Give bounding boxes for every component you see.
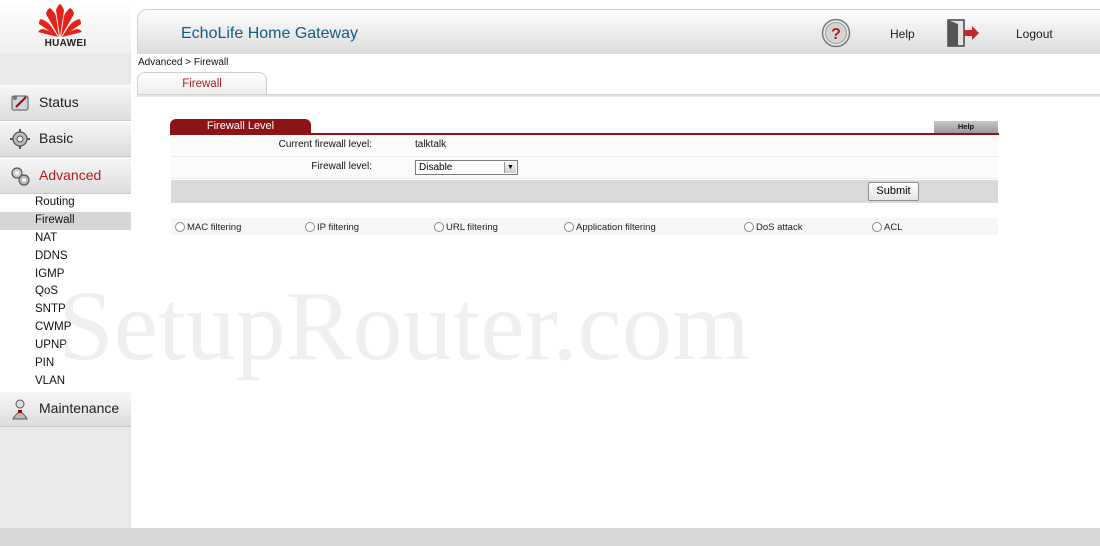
radio-label: IP filtering <box>317 222 360 233</box>
header-bar: EchoLife Home Gateway ? Help Logout <box>137 9 1100 54</box>
tab-firewall[interactable]: Firewall <box>137 72 267 94</box>
current-level-value: talktalk <box>415 139 447 150</box>
sidebar-item-label: Status <box>39 94 79 110</box>
sidebar-item-routing[interactable]: Routing <box>0 194 131 212</box>
radio-label: DoS attack <box>756 222 803 233</box>
sidebar-item-qos[interactable]: QoS <box>0 283 131 301</box>
breadcrumb: Advanced > Firewall <box>138 57 229 68</box>
logout-link[interactable]: Logout <box>1016 27 1053 41</box>
help-link[interactable]: Help <box>890 27 915 41</box>
sidebar-item-ddns[interactable]: DDNS <box>0 248 131 266</box>
huawei-logo: HUAWEI <box>0 0 131 54</box>
sidebar-item-pin[interactable]: PIN <box>0 355 131 373</box>
sidebar-item-nat[interactable]: NAT <box>0 230 131 248</box>
firewall-level-select[interactable]: Disable ▼ <box>415 160 518 175</box>
radio-icon[interactable] <box>564 222 574 232</box>
sidebar-item-status[interactable]: Status <box>0 85 131 121</box>
filter-options: MAC filtering IP filtering URL filtering… <box>171 218 998 235</box>
chevron-down-icon[interactable]: ▼ <box>504 162 516 173</box>
firewall-level-label: Firewall level: <box>311 161 372 172</box>
logout-door-icon[interactable] <box>946 19 980 47</box>
sidebar-item-label: Basic <box>39 130 74 146</box>
tab-divider <box>137 94 1100 97</box>
advanced-icon <box>11 167 30 186</box>
sidebar: HUAWEI Status Basic Advanced Routing Fir… <box>0 0 131 528</box>
basic-icon <box>10 129 30 149</box>
sidebar-item-label: Advanced <box>39 167 102 183</box>
sidebar-item-vlan[interactable]: VLAN <box>0 373 131 391</box>
radio-icon[interactable] <box>744 222 754 232</box>
question-icon[interactable]: ? <box>821 18 851 48</box>
current-level-row: Current firewall level: talktalk <box>171 135 998 157</box>
sidebar-item-cwmp[interactable]: CWMP <box>0 319 131 337</box>
radio-icon[interactable] <box>434 222 444 232</box>
brand-name: HUAWEI <box>44 38 87 49</box>
app-title: EchoLife Home Gateway <box>181 25 358 42</box>
radio-icon[interactable] <box>305 222 315 232</box>
advanced-submenu: Routing Firewall NAT DDNS IGMP QoS SNTP … <box>0 194 131 391</box>
sidebar-item-label: Maintenance <box>39 400 120 416</box>
radio-icon[interactable] <box>175 222 185 232</box>
radio-label: URL filtering <box>446 222 498 233</box>
panel-title: Firewall Level <box>170 119 311 134</box>
current-level-label: Current firewall level: <box>278 139 372 150</box>
radio-label: MAC filtering <box>187 222 242 233</box>
sidebar-item-sntp[interactable]: SNTP <box>0 301 131 319</box>
sidebar-item-igmp[interactable]: IGMP <box>0 266 131 284</box>
sidebar-item-basic[interactable]: Basic <box>0 121 131 157</box>
huawei-flower-icon <box>38 4 82 37</box>
submit-button[interactable]: Submit <box>868 182 919 201</box>
sidebar-item-firewall[interactable]: Firewall <box>0 211 131 230</box>
submit-bar: Submit <box>171 180 998 203</box>
sidebar-item-upnp[interactable]: UPNP <box>0 337 131 355</box>
radio-label: ACL <box>884 222 903 233</box>
status-icon <box>11 95 29 111</box>
maintenance-icon <box>12 399 28 420</box>
sidebar-item-advanced[interactable]: Advanced <box>0 158 131 194</box>
firewall-level-selected: Disable <box>419 162 453 173</box>
watermark: SetupRouter.com <box>58 270 750 381</box>
radio-icon[interactable] <box>872 222 882 232</box>
panel-help-button[interactable]: Help <box>934 121 998 133</box>
footer-bar <box>0 528 1100 546</box>
svg-text:?: ? <box>831 26 841 43</box>
firewall-level-row: Firewall level: Disable ▼ <box>171 157 998 179</box>
radio-label: Application filtering <box>576 222 656 233</box>
sidebar-item-maintenance[interactable]: Maintenance <box>0 391 131 427</box>
